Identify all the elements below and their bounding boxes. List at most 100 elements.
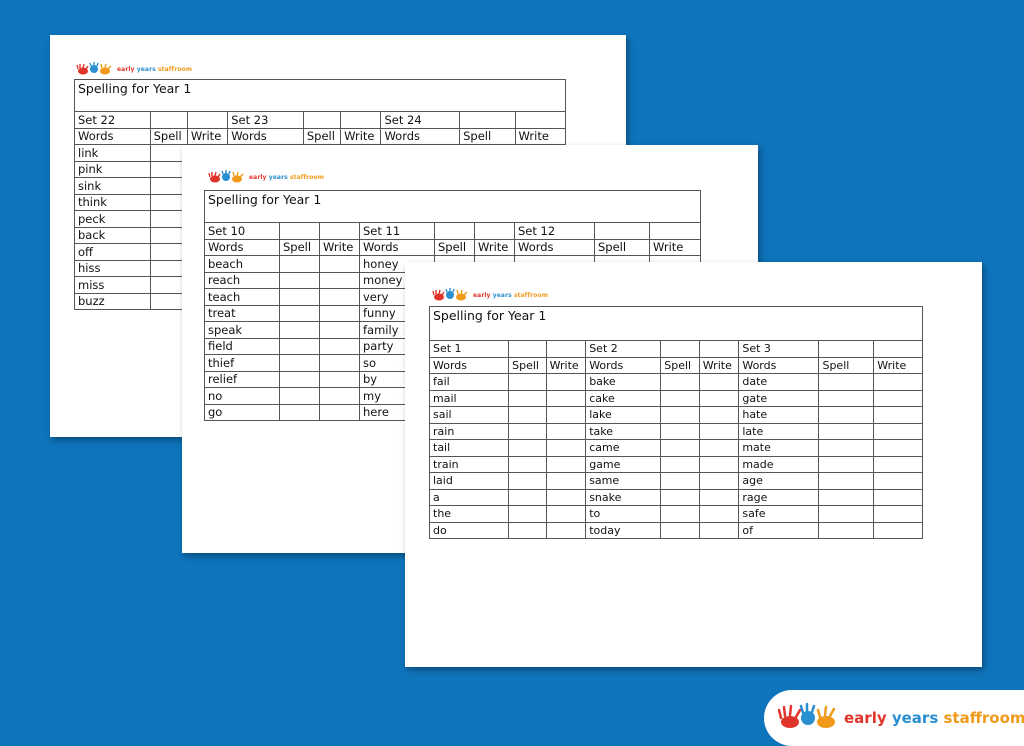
header-write: Write — [474, 238, 515, 256]
write-cell — [698, 389, 740, 407]
write-cell — [873, 406, 923, 424]
brand-logo-small: early years staffroom — [208, 170, 324, 184]
spell-cell — [660, 505, 700, 523]
spell-cell — [279, 337, 320, 355]
write-cell — [319, 337, 360, 355]
word-cell: game — [585, 455, 662, 473]
header-write: Write — [514, 127, 567, 145]
brand-name: early years staffroom — [844, 709, 1024, 727]
word-cell: sink — [74, 177, 151, 195]
set-label: Set 1 — [428, 340, 510, 358]
header-spell: Spell — [279, 238, 320, 256]
write-cell — [873, 505, 923, 523]
spell-cell — [818, 373, 875, 391]
header-spell: Spell — [818, 356, 875, 374]
brand-name: early years staffroom — [117, 65, 193, 73]
word-row: rain take late — [428, 422, 923, 440]
write-cell — [319, 387, 360, 405]
word-cell: to — [585, 505, 662, 523]
spell-cell — [818, 389, 875, 407]
brand-logo: early years staffroom — [764, 690, 1024, 746]
set-row: Set 1 Set 2 Set 3 — [428, 340, 923, 358]
spell-cell — [818, 505, 875, 523]
word-cell: link — [74, 144, 151, 162]
write-cell — [873, 521, 923, 539]
header-words: Words — [380, 127, 461, 145]
write-cell — [319, 370, 360, 388]
spell-cell — [508, 389, 547, 407]
spell-cell — [279, 387, 320, 405]
write-cell — [319, 271, 360, 289]
spell-cell — [279, 321, 320, 339]
spell-cell — [818, 521, 875, 539]
header-write: Write — [545, 356, 587, 374]
word-cell: rain — [428, 422, 510, 440]
spell-cell — [660, 389, 700, 407]
write-cell — [545, 373, 587, 391]
word-row: tail came mate — [428, 439, 923, 457]
write-cell — [545, 505, 587, 523]
word-cell: miss — [74, 276, 151, 294]
spell-cell — [660, 472, 700, 490]
write-cell — [545, 488, 587, 506]
word-row: the to safe — [428, 505, 923, 523]
spell-cell — [660, 455, 700, 473]
header-words: Words — [585, 356, 662, 374]
write-cell — [873, 439, 923, 457]
write-cell — [545, 389, 587, 407]
spell-cell — [818, 406, 875, 424]
header-spell: Spell — [660, 356, 700, 374]
table-title: Spelling for Year 1 — [204, 190, 701, 223]
header-write: Write — [698, 356, 740, 374]
set-label: Set 2 — [585, 340, 662, 358]
header-words: Words — [738, 356, 820, 374]
word-cell: of — [738, 521, 820, 539]
spell-cell — [508, 406, 547, 424]
word-cell: came — [585, 439, 662, 457]
write-cell — [698, 455, 740, 473]
write-cell — [319, 321, 360, 339]
write-cell — [319, 403, 360, 421]
brand-name: early years staffroom — [249, 173, 325, 181]
header-row: Words Spell Write Words Spell Write Word… — [204, 238, 701, 256]
write-cell — [545, 472, 587, 490]
word-cell: bake — [585, 373, 662, 391]
word-cell: sail — [428, 406, 510, 424]
write-cell — [698, 373, 740, 391]
header-spell: Spell — [434, 238, 475, 256]
word-row: mail cake gate — [428, 389, 923, 407]
word-cell: do — [428, 521, 510, 539]
write-cell — [319, 255, 360, 273]
word-row: laid same age — [428, 472, 923, 490]
write-cell — [698, 505, 740, 523]
brand-logo-small: early years staffroom — [76, 62, 192, 76]
spell-cell — [818, 472, 875, 490]
write-cell — [319, 288, 360, 306]
write-cell — [545, 439, 587, 457]
word-cell: relief — [204, 370, 280, 388]
brand-logo-small: early years staffroom — [432, 288, 548, 302]
spell-cell — [660, 521, 700, 539]
spell-cell — [818, 439, 875, 457]
hands-icon — [76, 62, 112, 75]
word-cell: speak — [204, 321, 280, 339]
word-cell: train — [428, 455, 510, 473]
word-cell: field — [204, 337, 280, 355]
word-cell: beach — [204, 255, 280, 273]
hands-icon — [778, 703, 836, 728]
spell-cell — [818, 488, 875, 506]
word-cell: no — [204, 387, 280, 405]
table-title: Spelling for Year 1 — [74, 79, 566, 112]
header-write: Write — [186, 127, 229, 145]
word-row: a snake rage — [428, 488, 923, 506]
spell-cell — [508, 472, 547, 490]
word-row: do today of — [428, 521, 923, 539]
set-row: Set 10 Set 11 Set 12 — [204, 222, 701, 240]
word-cell: pink — [74, 160, 151, 178]
word-cell: rage — [738, 488, 820, 506]
spell-cell — [279, 403, 320, 421]
write-cell — [873, 472, 923, 490]
word-cell: same — [585, 472, 662, 490]
set-label: Set 23 — [227, 111, 304, 129]
word-cell: off — [74, 243, 151, 261]
